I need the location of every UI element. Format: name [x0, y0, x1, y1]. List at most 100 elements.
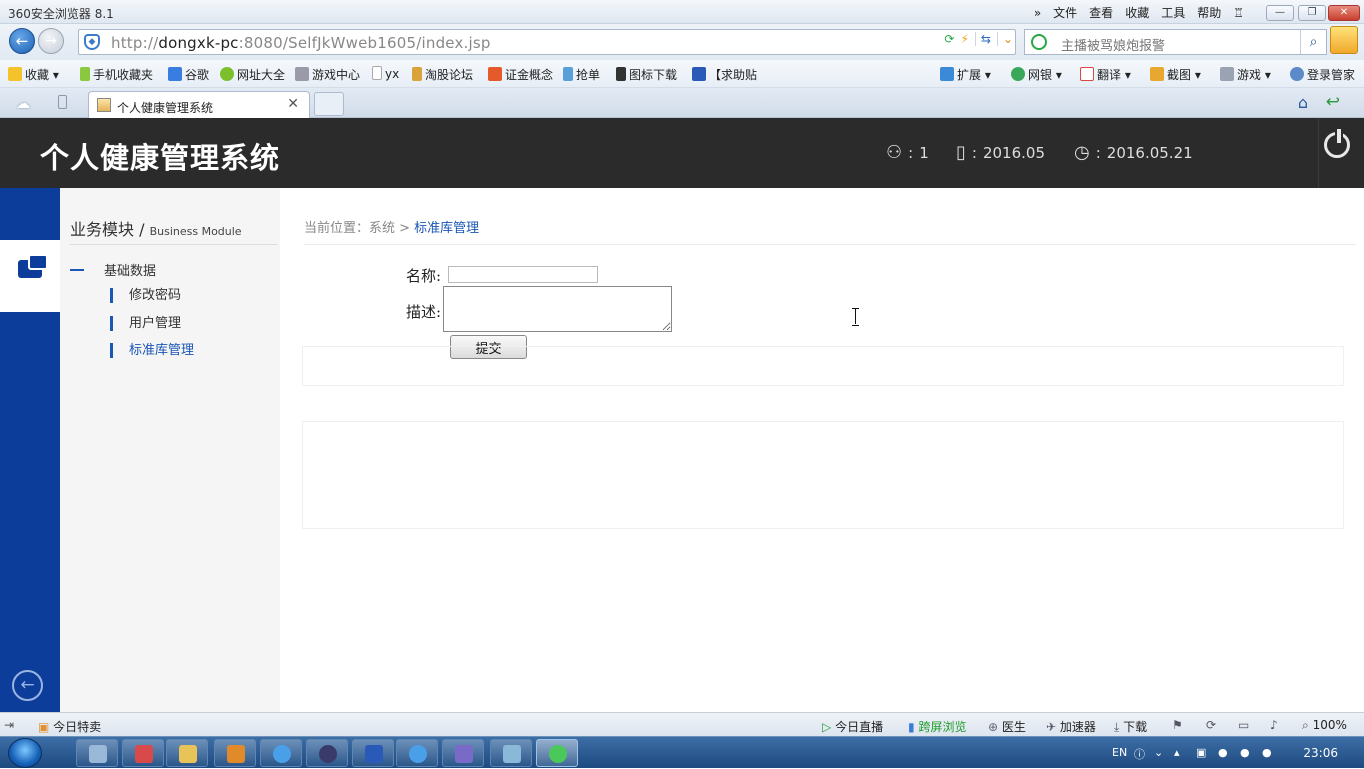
fav-login-manager[interactable]: 登录管家 — [1290, 66, 1355, 83]
menu-view[interactable]: 查看 — [1089, 4, 1113, 21]
fav-help-post[interactable]: 【求助贴 — [692, 66, 757, 83]
taskbar-app-ie2[interactable] — [396, 739, 438, 767]
fav-yx[interactable]: yx — [372, 66, 399, 81]
undo-close-icon[interactable]: ↩ — [1326, 92, 1340, 112]
taskbar-app-360browser[interactable] — [536, 739, 578, 767]
date-value: 2016.05.21 — [1106, 143, 1193, 162]
search-box[interactable]: 主播被骂娘炮报警 ⌕ — [1024, 29, 1327, 55]
collapse-back-icon[interactable]: ← — [12, 670, 43, 701]
taskbar-app-folder[interactable] — [166, 739, 208, 767]
dropdown-icon[interactable]: ⌄ — [996, 32, 1013, 46]
fav-stock-forum[interactable]: 淘股论坛 — [412, 66, 473, 83]
mobile-icon[interactable] — [58, 95, 67, 109]
tab-close-icon[interactable]: ✕ — [287, 96, 299, 112]
window-icon[interactable]: ▭ — [1238, 718, 1249, 732]
sidebar: 业务模块 / Business Module 基础数据 修改密码 用户管理 标准… — [60, 188, 280, 712]
taskbar-app-notepad[interactable] — [490, 739, 532, 767]
tray-expand-icon[interactable]: ▴ — [1174, 746, 1180, 759]
menu-help[interactable]: 帮助 — [1197, 4, 1221, 21]
search-engine-icon[interactable] — [1031, 34, 1047, 50]
fav-games[interactable]: 游戏 ▾ — [1220, 66, 1271, 83]
sidebar-item-user-management[interactable]: 用户管理 — [110, 316, 181, 331]
menu-file[interactable]: 文件 — [1053, 4, 1077, 21]
qq-icon[interactable]: ● — [1240, 746, 1250, 759]
refresh-status-icon[interactable]: ⟳ — [1206, 718, 1216, 732]
menu-favorites[interactable]: 收藏 — [1125, 4, 1149, 21]
home-icon[interactable]: ⌂ — [1298, 93, 1308, 112]
url-text: http://dongxk-pc:8080/SelfJkWweb1605/ind… — [111, 34, 491, 52]
fav-grab[interactable]: 抢单 — [563, 66, 600, 83]
taskbar-app-visual[interactable] — [442, 739, 484, 767]
doctor[interactable]: ⊕ 医生 — [988, 718, 1026, 735]
business-module-nav[interactable] — [0, 240, 60, 312]
calendar-icon: ▯ — [956, 142, 966, 163]
fav-screenshot[interactable]: 截图 ▾ — [1150, 66, 1201, 83]
ime-icon[interactable]: ⌄ — [1154, 746, 1163, 759]
sound-icon[interactable]: ♪ — [1270, 718, 1278, 732]
minimize-button[interactable]: — — [1266, 5, 1294, 21]
downloads[interactable]: ⤓ 下载 — [1114, 718, 1147, 735]
sidebar-toggle-icon[interactable]: ⇥ — [4, 718, 14, 732]
close-button[interactable]: ✕ — [1328, 5, 1360, 21]
collapse-dash-icon — [70, 269, 84, 271]
lang-indicator[interactable]: EN — [1112, 746, 1127, 759]
start-button[interactable] — [8, 738, 42, 768]
fav-mobile[interactable]: 手机收藏夹 — [80, 66, 153, 83]
browser-menu: » 文件 查看 收藏 工具 帮助 ♖ — [1034, 4, 1244, 21]
app-header: 个人健康管理系统 ⚇ : 1 ▯ : 2016.05 ◷ : 2016.05.2… — [0, 118, 1364, 188]
daily-sale[interactable]: ▣ 今日特卖 — [38, 718, 101, 735]
main-content: 当前位置：系统 > 标准库管理 名称: 描述: 提交 — [280, 188, 1364, 712]
game-icon[interactable]: ⚑ — [1172, 718, 1183, 732]
taskbar-app-explorer[interactable] — [76, 739, 118, 767]
network-icon[interactable]: ▣ — [1196, 746, 1206, 759]
power-icon[interactable] — [1324, 127, 1350, 158]
live-stream[interactable]: ▷ 今日直播 — [822, 718, 883, 735]
sidebar-item-standard-library[interactable]: 标准库管理 — [110, 343, 194, 358]
url-input[interactable]: ◆ http://dongxk-pc:8080/SelfJkWweb1605/i… — [78, 29, 1016, 55]
fav-bank[interactable]: 网银 ▾ — [1011, 66, 1062, 83]
breadcrumb-current[interactable]: 标准库管理 — [414, 221, 479, 236]
taskbar-app-eclipse[interactable] — [306, 739, 348, 767]
fav-extensions[interactable]: 扩展 ▾ — [940, 66, 991, 83]
fav-google[interactable]: 谷歌 — [168, 66, 209, 83]
fav-concept[interactable]: 证金概念 — [488, 66, 553, 83]
skin-icon[interactable]: ♖ — [1233, 6, 1244, 20]
month-value: 2016.05 — [982, 143, 1045, 162]
qq-icon[interactable]: ● — [1218, 746, 1228, 759]
forward-button[interactable]: → — [38, 28, 64, 54]
fav-site-list[interactable]: 网址大全 — [220, 66, 285, 83]
menu-more-icon[interactable]: » — [1034, 6, 1041, 20]
sidebar-item-change-password[interactable]: 修改密码 — [110, 288, 181, 303]
zoom-level[interactable]: ⌕ 100% — [1302, 718, 1347, 733]
cross-screen[interactable]: ▮ 跨屏浏览 — [908, 718, 966, 735]
description-textarea[interactable] — [443, 286, 672, 332]
fav-collection[interactable]: 收藏 ▾ — [8, 66, 59, 83]
compat-mode-icon[interactable]: ⇆ — [974, 32, 991, 46]
tab-active[interactable]: 个人健康管理系统 ✕ — [88, 91, 310, 118]
refresh-icon[interactable]: ⟳ — [944, 32, 954, 46]
user-avatar[interactable] — [1330, 26, 1358, 54]
qq-icon[interactable]: ● — [1262, 746, 1272, 759]
name-input[interactable] — [448, 266, 598, 283]
help-icon[interactable]: ⓘ — [1134, 746, 1145, 762]
fav-game-center[interactable]: 游戏中心 — [295, 66, 360, 83]
taskbar-app-word[interactable] — [352, 739, 394, 767]
security-shield-icon[interactable]: ◆ — [84, 34, 100, 50]
group-basic-data[interactable]: 基础数据 — [70, 260, 156, 279]
taskbar-app-paint[interactable] — [122, 739, 164, 767]
left-nav-strip: ← — [0, 188, 60, 712]
taskbar-app-ie[interactable] — [260, 739, 302, 767]
accelerator[interactable]: ✈ 加速器 — [1046, 718, 1096, 735]
maximize-button[interactable]: ❐ — [1298, 5, 1326, 21]
favorites-bar: 收藏 ▾ 手机收藏夹 谷歌 网址大全 游戏中心 yx 淘股论坛 证金概念 抢单 … — [0, 60, 1364, 88]
new-tab-button[interactable] — [314, 92, 344, 116]
menu-tools[interactable]: 工具 — [1161, 4, 1185, 21]
clock[interactable]: 23:06 — [1303, 746, 1338, 760]
lightning-icon[interactable]: ⚡ — [960, 32, 968, 46]
fav-icon-download[interactable]: 图标下载 — [616, 66, 677, 83]
back-button[interactable]: ← — [9, 28, 35, 54]
fav-translate[interactable]: 翻译 ▾ — [1080, 66, 1131, 83]
cloud-icon[interactable]: ☁ — [16, 96, 30, 112]
search-icon[interactable]: ⌕ — [1300, 30, 1326, 54]
taskbar-app-book[interactable] — [214, 739, 256, 767]
